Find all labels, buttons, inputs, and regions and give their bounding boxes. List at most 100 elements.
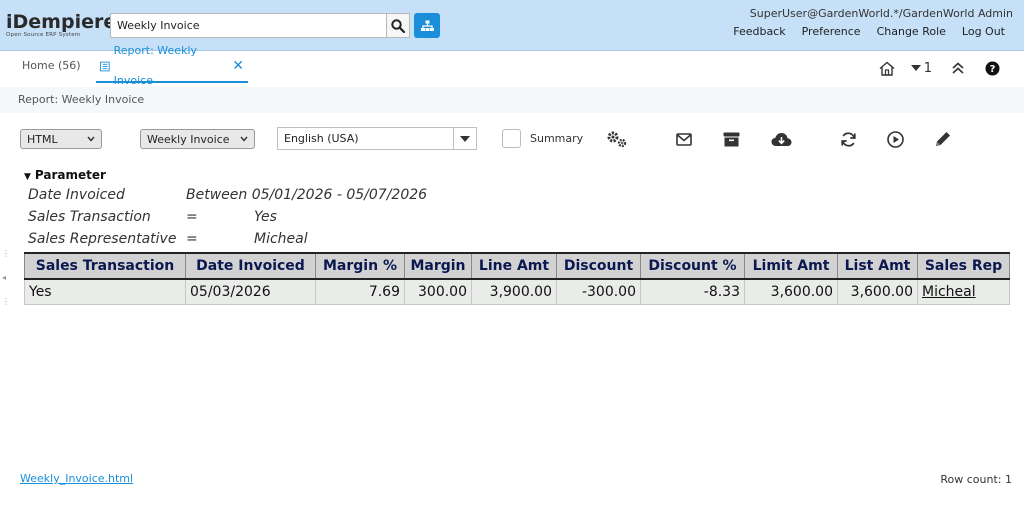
summary-option[interactable]: Summary [502,129,583,148]
parameter-name: Date Invoiced [28,187,125,203]
table-row: Yes 05/03/2026 7.69 300.00 3,900.00 -300… [24,278,1010,305]
breadcrumb-bar: Report: Weekly Invoice [0,87,1024,113]
help-icon: ? [985,61,999,75]
parameter-name: Sales Representative [28,231,177,247]
parameter-name: Sales Transaction [28,209,151,225]
logo-text: iDempiere [6,11,117,33]
table-cell: Micheal [917,278,1010,305]
table-cell: Yes [24,278,186,305]
language-combobox[interactable]: English (USA) [277,127,477,150]
table-cell: 3,600.00 [837,278,918,305]
table-cell: 3,600.00 [744,278,838,305]
window-list-dropdown[interactable]: 1 [910,60,932,76]
parameter-operator: = [186,209,198,225]
parameter-operator: = [186,231,198,247]
window-count: 1 [923,60,932,76]
triangle-down-icon: ▼ [24,172,31,182]
run-process-button[interactable] [884,129,906,149]
column-header: Sales Transaction [24,252,186,280]
report-file-link[interactable]: Weekly_Invoice.html [20,472,133,485]
play-circle-icon [886,130,904,148]
table-cell: 7.69 [315,278,405,305]
cloud-download-icon [771,132,791,146]
refresh-icon [840,131,856,147]
preference-link[interactable]: Preference [794,25,869,38]
column-header: Discount [556,252,641,280]
parameter-row: Sales Representative = Micheal [28,231,628,253]
report-view-select[interactable]: Weekly Invoice [140,129,255,149]
parameter-value: Yes [254,209,277,225]
idempiere-logo[interactable]: iDempiere Open Source ERP System [6,11,117,38]
tab-home[interactable]: Home (56) [18,51,85,83]
language-value: English (USA) [284,132,359,145]
parameter-operator: Between 05/01/2026 - 05/07/2026 [186,187,428,203]
edit-report-button[interactable] [932,129,954,149]
search-button[interactable] [386,13,410,38]
archive-button[interactable] [720,129,742,149]
double-chevron-up-icon [952,62,964,74]
send-mail-button[interactable] [673,129,695,149]
tab-bar: Home (56) Report: Weekly Invoice ✕ 1 ? [0,44,1024,87]
export-button[interactable] [770,129,792,149]
row-count: Row count: 1 [940,473,1012,486]
header-links: Feedback Preference Change Role Log Out [725,25,1013,38]
envelope-icon [676,132,692,146]
refresh-button[interactable] [837,129,859,149]
chevron-down-icon [87,136,95,142]
output-format-value: HTML [27,132,58,146]
caret-down-icon [910,65,921,71]
column-header: Line Amt [471,252,557,280]
home-button[interactable] [873,59,901,77]
breadcrumb: Report: Weekly Invoice [18,93,145,106]
column-header: Margin [404,252,472,280]
sitemap-icon [420,20,434,31]
language-dropdown-button[interactable] [453,128,476,149]
chevron-down-icon [240,136,248,142]
column-header: Discount % [640,252,745,280]
change-role-link[interactable]: Change Role [869,25,954,38]
parameter-value: Micheal [254,231,308,247]
table-cell: -300.00 [556,278,641,305]
parameter-list: Date Invoiced Between 05/01/2026 - 05/07… [28,187,628,253]
table-header-row: Sales Transaction Date Invoiced Margin %… [24,252,1010,280]
caret-down-icon [460,135,470,142]
sales-rep-link[interactable]: Micheal [922,284,976,300]
report-icon [100,61,110,71]
tab-tools: 1 ? [867,59,1006,77]
archive-icon [723,132,739,146]
home-icon [879,61,895,76]
logout-link[interactable]: Log Out [954,25,1013,38]
panel-splitter-handles[interactable]: ⋮ ◂ ⋮ [2,250,10,306]
column-header: Sales Rep [917,252,1010,280]
column-header: Margin % [315,252,405,280]
help-button[interactable]: ? [978,59,1006,77]
summary-checkbox[interactable] [502,129,521,148]
report-table: Sales Transaction Date Invoiced Margin %… [24,252,1010,305]
column-header: List Amt [837,252,918,280]
tab-report-weekly-invoice[interactable]: Report: Weekly Invoice ✕ [96,44,248,87]
table-cell: -8.33 [640,278,745,305]
summary-label: Summary [530,132,584,145]
global-search-input[interactable] [110,13,387,38]
collapse-button[interactable] [944,59,972,77]
search-icon [391,18,405,33]
parameter-row: Date Invoiced Between 05/01/2026 - 05/07… [28,187,628,209]
pencil-icon [936,132,950,146]
feedback-link[interactable]: Feedback [725,25,793,38]
column-header: Limit Amt [744,252,838,280]
parameter-row: Sales Transaction = Yes [28,209,628,231]
column-header: Date Invoiced [185,252,316,280]
parameter-section-title[interactable]: ▼ Parameter [24,168,106,182]
customize-report-button[interactable] [606,129,628,149]
table-cell: 05/03/2026 [185,278,316,305]
parameter-title-text: Parameter [34,168,106,182]
gears-icon [607,131,627,148]
svg-text:?: ? [989,64,995,75]
output-format-select[interactable]: HTML [20,129,102,149]
user-role-info[interactable]: SuperUser@GardenWorld.*/GardenWorld Admi… [750,7,1013,20]
report-view-value: Weekly Invoice [147,132,230,146]
close-tab-icon[interactable]: ✕ [232,51,244,81]
menu-tree-button[interactable] [414,13,440,38]
table-cell: 300.00 [404,278,472,305]
table-cell: 3,900.00 [471,278,557,305]
